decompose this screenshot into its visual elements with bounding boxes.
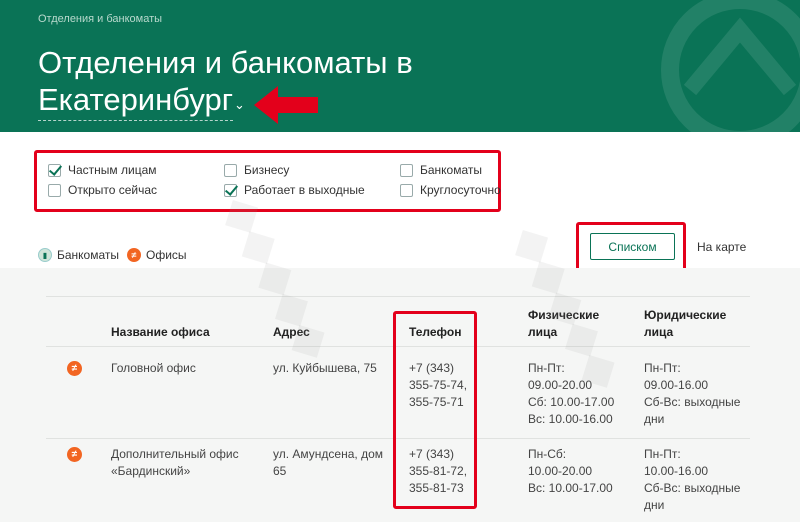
filter-option[interactable]: Открыто сейчас (48, 183, 157, 197)
hours-legal-line: Пн-Пт: (644, 361, 681, 375)
list-view-button[interactable]: Списком (590, 233, 675, 260)
office-address-line: ул. Амундсена, дом (273, 447, 383, 461)
column-header-legal-line: лица (644, 325, 674, 339)
office-name-line: «Бардинский» (111, 464, 191, 478)
office-icon: ≠ (127, 248, 142, 262)
hours-individuals: Пн-Сб: 10.00-20.00 Вс: 10.00-17.00 (528, 446, 613, 497)
office-address-line: ул. Куйбышева, 75 (273, 361, 377, 375)
hours-legal-line: Сб-Вс: выходные (644, 481, 741, 495)
column-header-legal: Юридические лица (644, 307, 726, 341)
hours-individuals-line: Вс: 10.00-16.00 (528, 412, 613, 426)
hours-legal-line: Сб-Вс: выходные (644, 395, 741, 409)
page-header: Отделения и банкоматы Отделения и банком… (0, 0, 800, 132)
filter-option[interactable]: Круглосуточно (400, 183, 501, 197)
atm-icon: ▮ (38, 248, 52, 262)
office-name-line: Дополнительный офис (111, 447, 239, 461)
office-icon: ≠ (67, 447, 82, 462)
red-arrow-annotation (254, 86, 318, 124)
hours-legal-line: дни (644, 498, 665, 512)
filter-label: Банкоматы (420, 163, 483, 177)
office-name-link[interactable]: Головной офис (111, 360, 196, 377)
breadcrumb[interactable]: Отделения и банкоматы (38, 13, 162, 25)
legend-offices-label: Офисы (146, 248, 187, 262)
filter-option[interactable]: Бизнесу (224, 163, 289, 177)
hours-individuals-line: 10.00-20.00 (528, 464, 593, 478)
column-header-name[interactable]: Название офиса (111, 324, 210, 341)
filter-checkbox[interactable] (48, 163, 61, 177)
filter-checkbox[interactable] (224, 163, 237, 177)
column-header-legal-line: Юридические (644, 308, 727, 322)
hours-individuals-line: Сб: 10.00-17.00 (528, 395, 615, 409)
filter-label: Бизнесу (244, 163, 290, 177)
map-legend: ▮ Банкоматы ≠ Офисы (38, 248, 187, 262)
filter-checkbox[interactable] (224, 183, 237, 197)
page-title: Отделения и банкоматы в (38, 45, 413, 80)
filter-label: Частным лицам (68, 163, 157, 177)
filter-checkbox[interactable] (400, 183, 413, 197)
office-name-line: Головной офис (111, 361, 196, 375)
filter-checkbox[interactable] (48, 183, 61, 197)
hours-legal: Пн-Пт: 09.00-16.00 Сб-Вс: выходные дни (644, 360, 740, 428)
office-address: ул. Куйбышева, 75 (273, 360, 377, 377)
filter-option[interactable]: Банкоматы (400, 163, 482, 177)
hours-legal: Пн-Пт: 10.00-16.00 Сб-Вс: выходные дни (644, 446, 740, 514)
hours-individuals-line: Вс: 10.00-17.00 (528, 481, 613, 495)
chevron-down-icon[interactable]: ⌄ (234, 97, 245, 113)
office-icon: ≠ (67, 361, 82, 376)
map-view-link[interactable]: На карте (697, 240, 746, 254)
office-address: ул. Амундсена, дом 65 (273, 446, 383, 480)
office-name-link[interactable]: Дополнительный офис «Бардинский» (111, 446, 239, 480)
hours-legal-line: Пн-Пт: (644, 447, 681, 461)
office-address-line: 65 (273, 464, 287, 478)
hours-individuals-line: Пн-Сб: (528, 447, 567, 461)
phone-column-highlight (393, 311, 477, 509)
city-selector[interactable]: Екатеринбург (38, 82, 234, 121)
hours-legal-line: дни (644, 412, 665, 426)
table-divider (46, 296, 750, 297)
legend-atms-label: Банкоматы (57, 248, 120, 262)
hours-legal-line: 10.00-16.00 (644, 464, 709, 478)
hours-legal-line: 09.00-16.00 (644, 378, 709, 392)
filter-label: Открыто сейчас (68, 183, 158, 197)
filter-option[interactable]: Частным лицам (48, 163, 157, 177)
filter-checkbox[interactable] (400, 163, 413, 177)
filter-label: Круглосуточно (420, 183, 501, 197)
brand-pattern-icon (661, 0, 800, 132)
